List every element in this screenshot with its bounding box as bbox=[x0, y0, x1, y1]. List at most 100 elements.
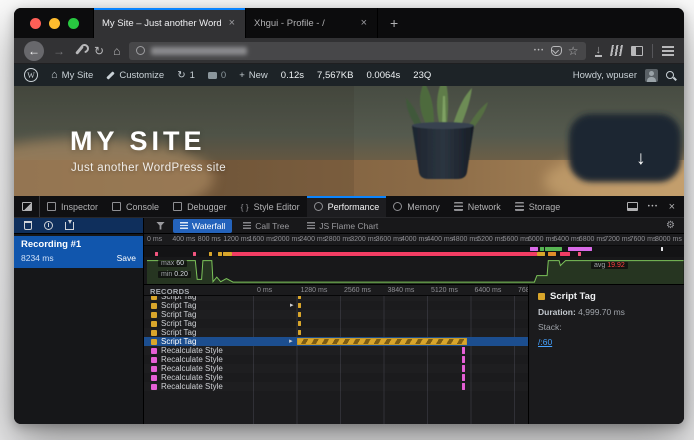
pocket-icon[interactable] bbox=[551, 46, 562, 56]
bookmark-star-icon[interactable]: ☆ bbox=[568, 44, 579, 58]
record-label: Script Tag bbox=[161, 337, 196, 346]
gear-icon[interactable]: ⚙ bbox=[657, 220, 684, 231]
overview-segment bbox=[232, 252, 536, 256]
admin-updates[interactable]: ↻1 bbox=[177, 70, 195, 81]
admin-comments[interactable]: 0 bbox=[208, 70, 226, 81]
page-actions-icon[interactable]: ••• bbox=[534, 48, 545, 54]
devtools-tab-debugger[interactable]: Debugger bbox=[166, 196, 234, 217]
overview-lanes[interactable] bbox=[144, 246, 684, 257]
devtools-tab-console[interactable]: Console bbox=[105, 196, 166, 217]
filter-icon[interactable] bbox=[156, 222, 165, 230]
stat-queries: 23Q bbox=[413, 70, 431, 81]
ruler-tick: 3200 ms bbox=[350, 236, 377, 243]
downloads-button[interactable]: ↓ bbox=[595, 45, 603, 57]
new-tab-button[interactable]: + bbox=[377, 8, 410, 38]
overview-segment bbox=[209, 252, 212, 256]
close-tab-icon[interactable]: × bbox=[359, 17, 369, 29]
ruler-tick: 1200 ms bbox=[223, 236, 250, 243]
site-title: MY SITE bbox=[70, 126, 206, 157]
wrench-icon[interactable] bbox=[74, 45, 85, 56]
timeline-ruler[interactable]: 0 ms400 ms800 ms1200 ms1600 ms2000 ms240… bbox=[144, 234, 684, 246]
overview-segment bbox=[568, 247, 592, 251]
devtools-tab-memory[interactable]: Memory bbox=[386, 196, 447, 217]
ruler-tick: 2800 ms bbox=[325, 236, 352, 243]
record-bar bbox=[462, 374, 465, 381]
record-bar bbox=[297, 338, 467, 345]
tab-title: Xhgui - Profile - / bbox=[254, 18, 353, 29]
minimize-window-button[interactable] bbox=[49, 18, 60, 29]
search-icon[interactable] bbox=[666, 71, 674, 79]
sidebar-toggle-icon[interactable] bbox=[631, 46, 643, 56]
view-tab-js-flame-chart[interactable]: JS Flame Chart bbox=[300, 219, 385, 233]
close-tab-icon[interactable]: × bbox=[227, 17, 237, 29]
overview-lane-tasks bbox=[144, 252, 684, 257]
console-icon bbox=[112, 202, 121, 211]
admin-my-site[interactable]: ⌂My Site bbox=[51, 69, 93, 81]
waterfall-ruler-tick: 6400 ms bbox=[475, 287, 502, 294]
stat-memory: 7,567KB bbox=[317, 70, 353, 81]
recording-item[interactable]: Recording #1 8234 ms Save bbox=[14, 236, 143, 268]
script-marker-icon bbox=[151, 321, 157, 327]
performance-icon bbox=[314, 202, 323, 211]
howdy-user[interactable]: Howdy, wpuser bbox=[573, 70, 637, 81]
url-bar[interactable]: ••• ☆ bbox=[129, 42, 585, 60]
twisty-icon[interactable]: ▸ bbox=[289, 337, 293, 346]
devtools-meatball-menu-icon[interactable]: ••• bbox=[648, 204, 659, 210]
library-icon[interactable] bbox=[610, 45, 623, 56]
view-tab-waterfall[interactable]: Waterfall bbox=[173, 219, 232, 233]
reload-button[interactable]: ↻ bbox=[94, 45, 104, 57]
save-recording-link[interactable]: Save bbox=[117, 253, 136, 263]
devtools-tab-inspector[interactable]: Inspector bbox=[40, 196, 105, 217]
record-label: Recalculate Style bbox=[161, 364, 223, 373]
twisty-icon[interactable]: ▸ bbox=[290, 301, 294, 310]
overview-segment bbox=[578, 252, 581, 256]
view-tab-icon bbox=[307, 222, 315, 229]
home-button[interactable]: ⌂ bbox=[113, 45, 120, 57]
import-recording-icon[interactable] bbox=[65, 222, 74, 230]
stat-load-time: 0.12s bbox=[281, 70, 304, 81]
url-text-obscured bbox=[151, 47, 247, 55]
recordings-sidebar: Recording #1 8234 ms Save bbox=[14, 234, 144, 424]
waterfall-ruler-tick: 2560 ms bbox=[344, 287, 371, 294]
fps-min-label: min 0.20 bbox=[158, 271, 191, 278]
wordpress-logo-icon[interactable]: W bbox=[24, 68, 38, 82]
clear-recordings-icon[interactable] bbox=[24, 221, 32, 230]
back-button[interactable]: ← bbox=[24, 41, 44, 61]
forward-button[interactable]: → bbox=[53, 45, 65, 57]
updates-icon: ↻ bbox=[177, 70, 185, 81]
admin-new[interactable]: +New bbox=[239, 70, 268, 81]
network-icon bbox=[454, 202, 463, 211]
fps-avg-label: avg 19.92 bbox=[591, 262, 628, 269]
tab-bar: My Site – Just another WordPress S × Xhg… bbox=[14, 8, 684, 38]
pick-element-icon bbox=[22, 202, 32, 211]
devtools-tab-style-editor[interactable]: { }Style Editor bbox=[234, 196, 307, 217]
inspector-icon bbox=[47, 202, 56, 211]
toolbar-divider bbox=[652, 44, 653, 58]
pick-element-button[interactable] bbox=[14, 196, 40, 217]
close-window-button[interactable] bbox=[30, 18, 41, 29]
browser-tab-xhgui[interactable]: Xhgui - Profile - / × bbox=[245, 8, 377, 38]
fps-overview[interactable]: max 60 min 0.20 avg 19.92 bbox=[144, 257, 684, 285]
view-tab-call-tree[interactable]: Call Tree bbox=[236, 219, 296, 233]
style-marker-icon bbox=[151, 384, 157, 390]
menu-hamburger-icon[interactable] bbox=[662, 46, 674, 56]
browser-tab-my-site[interactable]: My Site – Just another WordPress S × bbox=[93, 8, 245, 38]
fps-max-label: max 60 bbox=[158, 260, 187, 267]
dock-position-icon[interactable] bbox=[627, 202, 638, 211]
avatar[interactable] bbox=[645, 69, 658, 82]
site-info-icon[interactable] bbox=[136, 46, 145, 55]
admin-customize[interactable]: Customize bbox=[106, 70, 164, 81]
record-bar bbox=[298, 330, 301, 335]
record-label: Script Tag bbox=[161, 301, 196, 310]
stack-frame-link[interactable]: /:60 bbox=[538, 337, 552, 347]
zoom-window-button[interactable] bbox=[68, 18, 79, 29]
devtools-tab-performance[interactable]: Performance bbox=[307, 196, 387, 217]
overview-segment bbox=[537, 252, 545, 256]
scroll-down-arrow[interactable]: ↓ bbox=[636, 148, 646, 170]
devtools-tab-network[interactable]: Network bbox=[447, 196, 508, 217]
devtools-close-icon[interactable]: × bbox=[669, 201, 675, 213]
record-bar bbox=[462, 347, 465, 354]
record-performance-icon[interactable] bbox=[44, 221, 53, 230]
ruler-tick: 6000 ms bbox=[528, 236, 555, 243]
devtools-tab-storage[interactable]: Storage bbox=[508, 196, 568, 217]
